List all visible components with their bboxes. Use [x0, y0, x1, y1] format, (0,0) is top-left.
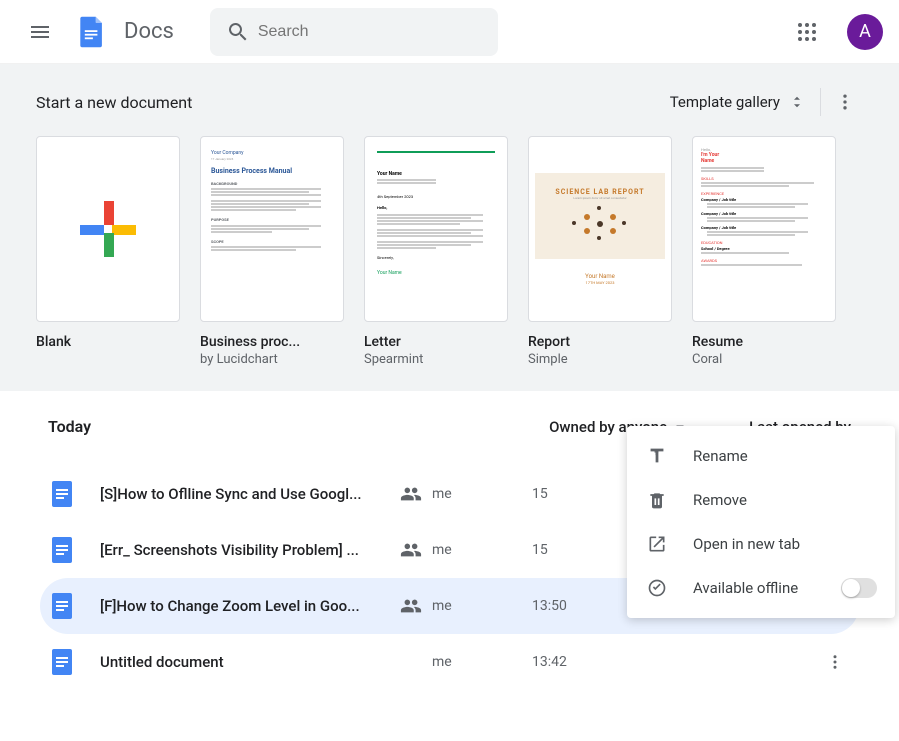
header: Docs A [0, 0, 899, 64]
account-avatar[interactable]: A [847, 14, 883, 50]
hamburger-icon [28, 20, 52, 44]
more-vert-icon [835, 92, 855, 112]
menu-label: Remove [693, 491, 747, 509]
template-name: Business proc... [200, 334, 344, 350]
divider [820, 88, 821, 116]
template-sub: Simple [528, 352, 672, 367]
search-box[interactable] [210, 8, 499, 56]
template-name: Report [528, 334, 672, 350]
template-section: Start a new document Template gallery Bl… [0, 64, 899, 391]
search-icon [218, 12, 258, 52]
row-more-button[interactable] [819, 653, 851, 671]
docs-file-icon [48, 536, 76, 564]
template-sub: Spearmint [364, 352, 508, 367]
apps-grid-icon [797, 22, 817, 42]
template-report[interactable]: SCIENCE LAB REPORT Lorem ipsum dolor sit… [528, 136, 672, 367]
trash-icon [645, 490, 669, 510]
shared-icon [400, 539, 422, 561]
menu-label: Open in new tab [693, 535, 800, 553]
doc-owner: me [432, 486, 482, 502]
menu-label: Available offline [693, 579, 798, 597]
plus-icon [80, 201, 136, 257]
menu-item-remove[interactable]: Remove [627, 478, 895, 522]
menu-item-open-tab[interactable]: Open in new tab [627, 522, 895, 566]
open-new-tab-icon [645, 534, 669, 554]
template-letter[interactable]: Your Name 4th September 2023 Hello, Sinc… [364, 136, 508, 367]
google-apps-button[interactable] [787, 12, 827, 52]
more-vert-icon [826, 653, 844, 671]
template-heading: Start a new document [36, 93, 192, 112]
offline-icon [645, 578, 669, 598]
docs-file-icon [48, 592, 76, 620]
menu-item-rename[interactable]: Rename [627, 434, 895, 478]
template-sub: by Lucidchart [200, 352, 344, 367]
doc-title: [S]How to Oflline Sync and Use Googl... [100, 485, 400, 503]
template-gallery-button[interactable]: Template gallery [670, 93, 806, 111]
doc-title: [Err_ Screenshots Visibility Problem] ..… [100, 541, 400, 559]
template-resume[interactable]: Hello, I'm YourName SKILLS EXPERIENCE Co… [692, 136, 836, 367]
offline-toggle[interactable] [841, 578, 877, 598]
docs-logo[interactable] [72, 12, 112, 52]
search-input[interactable] [258, 23, 491, 41]
template-more-button[interactable] [827, 84, 863, 120]
unfold-icon [788, 93, 806, 111]
doc-owner: me [432, 542, 482, 558]
app-title: Docs [124, 19, 174, 44]
main-menu-button[interactable] [16, 8, 64, 56]
template-business-process[interactable]: Your Company 17 January 2023 Business Pr… [200, 136, 344, 367]
menu-label: Rename [693, 447, 748, 465]
template-name: Letter [364, 334, 508, 350]
doc-owner: me [432, 598, 482, 614]
docs-file-icon [48, 648, 76, 676]
doc-title: [F]How to Change Zoom Level in Goo... [100, 597, 400, 615]
shared-icon [400, 595, 422, 617]
docs-file-icon [48, 480, 76, 508]
doc-owner: me [432, 654, 482, 670]
menu-item-available-offline[interactable]: Available offline [627, 566, 895, 610]
docs-logo-icon [74, 14, 110, 50]
template-name: Blank [36, 334, 180, 350]
section-label: Today [48, 417, 91, 436]
template-name: Resume [692, 334, 836, 350]
rename-icon [645, 445, 669, 467]
shared-icon [400, 483, 422, 505]
doc-time: 13:42 [532, 654, 652, 670]
template-gallery-label: Template gallery [670, 93, 780, 111]
doc-row[interactable]: Untitled document me 13:42 [40, 634, 859, 690]
template-sub: Coral [692, 352, 836, 367]
template-blank[interactable]: Blank [36, 136, 180, 367]
context-menu: Rename Remove Open in new tab Available … [627, 426, 895, 618]
doc-title: Untitled document [100, 653, 400, 671]
